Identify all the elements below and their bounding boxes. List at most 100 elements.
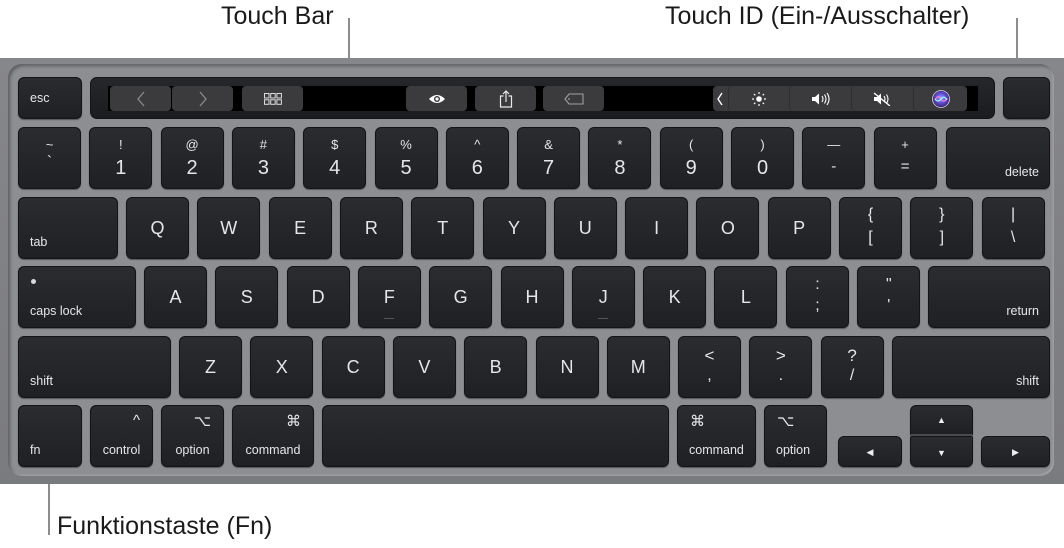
key-a[interactable]: A (144, 266, 207, 328)
key-label: X (275, 357, 288, 377)
command-symbol-icon: ⌘ (690, 413, 705, 430)
touch-bar-forward-button[interactable] (172, 86, 233, 111)
key-i[interactable]: I (625, 197, 689, 259)
key-label: = (900, 158, 910, 175)
key-w[interactable]: W (197, 197, 261, 259)
key-2[interactable]: @2 (160, 127, 224, 189)
touch-bar-back-button[interactable] (110, 86, 171, 111)
key-shift-label: + (901, 137, 909, 152)
key-shift-right[interactable]: shift (892, 336, 1050, 398)
key-7[interactable]: & 7 (517, 127, 581, 189)
key-esc[interactable]: esc (18, 77, 82, 119)
key-label: Y (507, 218, 520, 238)
key-y[interactable]: Y (482, 197, 546, 259)
key-label: - (831, 158, 837, 175)
key-9[interactable]: (9 (659, 127, 723, 189)
key-arrow-right[interactable]: ▶ (981, 436, 1050, 467)
key-f[interactable]: F (357, 266, 421, 328)
key-6[interactable]: ^ 6 (445, 127, 509, 189)
key-label: F (383, 287, 395, 307)
key-o[interactable]: O (696, 197, 760, 259)
brightness-button[interactable] (728, 86, 789, 111)
key-u[interactable]: U (553, 197, 617, 259)
touch-id-callout: Touch ID (Ein-/Ausschalter) (665, 2, 970, 30)
key-t[interactable]: T (411, 197, 475, 259)
key-slash[interactable]: ? / (820, 336, 884, 398)
key-r[interactable]: R (339, 197, 403, 259)
touch-bar-quick-look-button[interactable] (406, 86, 467, 111)
key-command-left[interactable]: ⌘ command (232, 405, 314, 467)
key-label: ] (939, 229, 945, 246)
key-option-left[interactable]: ⌥ option (161, 405, 224, 467)
key-h[interactable]: H (500, 266, 564, 328)
key-semicolon[interactable]: :; (786, 266, 849, 328)
key-label: P (793, 218, 806, 238)
key-caps-lock[interactable]: caps lock (18, 266, 136, 328)
key-delete[interactable]: delete (946, 127, 1050, 189)
key-label: caps lock (30, 304, 83, 318)
key-return[interactable]: return (928, 266, 1050, 328)
key-grave[interactable]: ~ ` (18, 127, 81, 189)
key-x[interactable]: X (250, 336, 314, 398)
key-z[interactable]: Z (179, 336, 242, 398)
key-4[interactable]: $4 (303, 127, 367, 189)
key-quote[interactable]: " ' (857, 266, 921, 328)
key-tab[interactable]: tab (18, 197, 118, 259)
key-l[interactable]: L (714, 266, 778, 328)
key-p[interactable]: P (767, 197, 831, 259)
key-control[interactable]: ^ control (90, 405, 153, 467)
key-label: A (169, 287, 182, 307)
key-backslash[interactable]: | \ (981, 197, 1045, 259)
arrow-down-icon: ▼ (937, 448, 946, 458)
key-right-bracket[interactable]: }] (910, 197, 974, 259)
key-j[interactable]: J (571, 266, 635, 328)
key-label: 9 (685, 157, 697, 179)
key-0[interactable]: ) 0 (731, 127, 794, 189)
mute-button[interactable] (851, 86, 913, 111)
key-q[interactable]: Q (126, 197, 189, 259)
siri-button[interactable] (913, 86, 968, 111)
key-n[interactable]: N (535, 336, 599, 398)
key-g[interactable]: G (429, 266, 493, 328)
key-e[interactable]: E (268, 197, 332, 259)
key-left-bracket[interactable]: {[ (839, 197, 902, 259)
touch-id-key[interactable] (1003, 77, 1050, 119)
key-shift-label: # (259, 137, 267, 152)
touch-bar-share-button[interactable] (475, 86, 536, 111)
key-equals[interactable]: + = (873, 127, 937, 189)
volume-button[interactable] (789, 86, 851, 111)
key-label: B (489, 357, 502, 377)
key-8[interactable]: * 8 (588, 127, 652, 189)
key-command-right[interactable]: ⌘ command (677, 405, 756, 467)
key-shift-label: ~ (45, 137, 54, 152)
key-k[interactable]: K (643, 266, 707, 328)
key-3[interactable]: #3 (231, 127, 295, 189)
key-s[interactable]: S (215, 266, 279, 328)
control-strip-collapse-button[interactable] (713, 86, 727, 111)
key-fn[interactable]: fn (18, 405, 82, 467)
key-1[interactable]: ! 1 (89, 127, 153, 189)
key-minus[interactable]: — - (802, 127, 866, 189)
key-shift-left[interactable]: shift (18, 336, 171, 398)
key-arrow-up[interactable]: ▲ (910, 405, 973, 436)
key-shift-label: — (827, 137, 841, 152)
key-v[interactable]: V (392, 336, 456, 398)
chevron-left-icon (717, 92, 723, 105)
key-arrow-down[interactable]: ▼ (910, 436, 973, 467)
key-arrow-left[interactable]: ◀ (838, 436, 902, 467)
key-label: 3 (257, 157, 269, 179)
key-5[interactable]: % 5 (374, 127, 438, 189)
home-row-bump (598, 318, 609, 319)
key-period[interactable]: >. (749, 336, 813, 398)
touch-bar-tag-button[interactable] (543, 86, 604, 111)
key-m[interactable]: M (606, 336, 670, 398)
key-option-right[interactable]: ⌥ option (764, 405, 827, 467)
key-b[interactable]: B (464, 336, 528, 398)
key-space[interactable] (322, 405, 669, 467)
key-c[interactable]: C (321, 336, 385, 398)
key-comma[interactable]: <, (678, 336, 741, 398)
key-label: shift (1016, 374, 1039, 388)
key-d[interactable]: D (286, 266, 350, 328)
touch-bar-grid-button[interactable] (242, 86, 303, 111)
touch-bar[interactable] (90, 77, 995, 119)
